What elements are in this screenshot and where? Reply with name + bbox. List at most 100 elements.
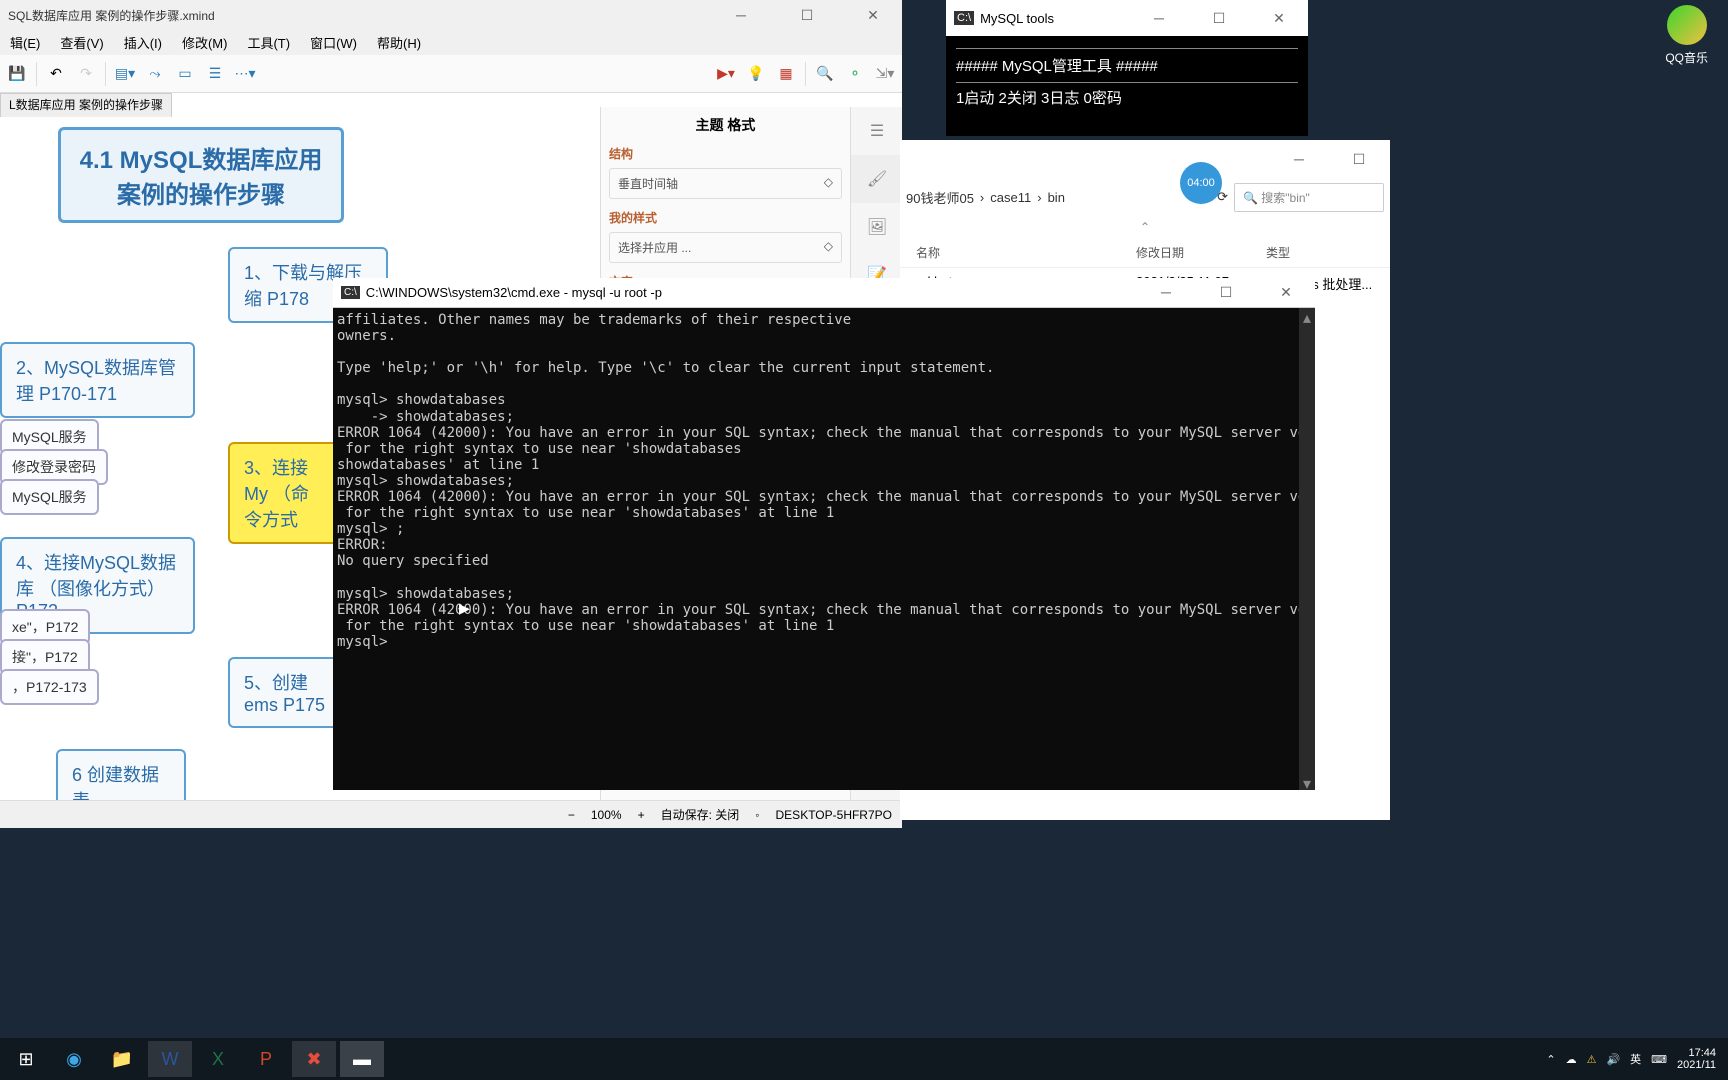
tray-keyboard-icon[interactable]: ⌨ xyxy=(1651,1053,1667,1066)
taskbar-cmd[interactable]: ▬ xyxy=(340,1041,384,1077)
taskbar-powerpoint[interactable]: P xyxy=(244,1041,288,1077)
minimize-icon[interactable]: ─ xyxy=(1138,10,1180,27)
col-name[interactable]: 名称 xyxy=(910,244,1130,261)
tray-ime[interactable]: 英 xyxy=(1630,1051,1641,1067)
node-2[interactable]: 2、MySQL数据库管理 P170-171 xyxy=(0,342,195,418)
qq-music-shortcut[interactable]: QQ音乐 xyxy=(1665,5,1708,66)
xmind-menubar: 辑(E) 查看(V) 插入(I) 修改(M) 工具(T) 窗口(W) 帮助(H) xyxy=(0,30,902,55)
tray-volume-icon[interactable]: 🔊 xyxy=(1606,1053,1620,1066)
col-type[interactable]: 类型 xyxy=(1260,244,1380,261)
mysql-tools-titlebar[interactable]: C:\ MySQL tools ─ ☐ ✕ xyxy=(946,0,1308,36)
style-value: 选择并应用 ... xyxy=(618,239,691,256)
menu-insert[interactable]: 插入(I) xyxy=(118,31,168,54)
gantt-icon[interactable]: ▦ xyxy=(775,63,797,85)
menu-tools[interactable]: 工具(T) xyxy=(241,31,296,54)
export-icon[interactable]: ⇲▾ xyxy=(874,63,896,85)
undo-icon[interactable]: ↶ xyxy=(45,63,67,85)
crumb-1[interactable]: case11 xyxy=(990,190,1031,205)
taskbar-edge[interactable]: ◉ xyxy=(52,1041,96,1077)
cmd-title: C:\WINDOWS\system32\cmd.exe - mysql -u r… xyxy=(366,285,662,300)
taskbar: ⊞ ◉ 📁 W X P ✖ ▬ ⌃ ☁ ⚠ 🔊 英 ⌨ 17:44 2021/1… xyxy=(0,1038,1728,1080)
node-6[interactable]: 6 创建数据表 xyxy=(56,749,186,800)
host-name: DESKTOP-5HFR7PO xyxy=(776,808,892,822)
taskbar-xmind[interactable]: ✖ xyxy=(292,1041,336,1077)
node-4c[interactable]: ，P172-173 xyxy=(0,669,99,705)
zoom-out-icon[interactable]: − xyxy=(568,808,575,822)
start-button[interactable]: ⊞ xyxy=(4,1041,48,1077)
idea-icon[interactable]: 💡 xyxy=(745,63,767,85)
brush-icon[interactable]: 🖌 xyxy=(851,155,903,203)
tools-header: ##### MySQL管理工具 ##### xyxy=(956,48,1298,83)
explorer-search[interactable]: 🔍 搜索"bin" xyxy=(1234,183,1384,212)
share-icon[interactable]: ⚬ xyxy=(844,63,866,85)
col-date[interactable]: 修改日期 xyxy=(1130,244,1260,261)
qq-music-label: QQ音乐 xyxy=(1665,49,1708,66)
xmind-title: SQL数据库应用 案例的操作步骤.xmind xyxy=(8,7,215,24)
mysql-tools-body[interactable]: ##### MySQL管理工具 ##### 1启动 2关闭 3日志 0密码 xyxy=(946,36,1308,120)
terminal-icon: C:\ xyxy=(954,11,974,25)
format-style-label: 我的样式 xyxy=(609,209,842,226)
taskbar-word[interactable]: W xyxy=(148,1041,192,1077)
menu-edit[interactable]: 辑(E) xyxy=(4,31,46,54)
cmd-output[interactable]: affiliates. Other names may be trademark… xyxy=(333,308,1315,790)
cmd-scrollbar[interactable]: ▴ ▾ xyxy=(1299,308,1315,790)
close-icon[interactable]: ✕ xyxy=(1258,10,1300,27)
crumb-0[interactable]: 90钱老师05 xyxy=(906,188,974,207)
maximize-icon[interactable]: ☐ xyxy=(1338,151,1380,168)
taskbar-excel[interactable]: X xyxy=(196,1041,240,1077)
maximize-icon[interactable]: ☐ xyxy=(786,7,828,24)
present-icon[interactable]: ▶▾ xyxy=(715,63,737,85)
node-3[interactable]: 3、连接My （命令方式 xyxy=(228,442,340,544)
node-2c[interactable]: MySQL服务 xyxy=(0,479,99,515)
node-5[interactable]: 5、创建ems P175 xyxy=(228,657,348,728)
menu-modify[interactable]: 修改(M) xyxy=(176,31,234,54)
tray-date[interactable]: 2021/11 xyxy=(1677,1059,1716,1071)
image-icon[interactable]: 🖼 xyxy=(851,203,903,251)
structure-icon[interactable]: ▤▾ xyxy=(114,63,136,85)
menu-help[interactable]: 帮助(H) xyxy=(371,31,427,54)
relation-icon[interactable]: ⤳ xyxy=(144,63,166,85)
minimize-icon[interactable]: ─ xyxy=(720,7,762,24)
xmind-titlebar[interactable]: SQL数据库应用 案例的操作步骤.xmind ─ ☐ ✕ xyxy=(0,0,902,30)
summary-icon[interactable]: ☰ xyxy=(204,63,226,85)
minimize-icon[interactable]: ─ xyxy=(1145,284,1187,301)
breadcrumb[interactable]: 90钱老师05› case11› bin ⌄ ⟳ xyxy=(906,188,1228,207)
explorer-headers: 名称 修改日期 类型 xyxy=(900,238,1390,268)
node-main[interactable]: 4.1 MySQL数据库应用案例的操作步骤 xyxy=(58,127,344,223)
mysql-tools-window: C:\ MySQL tools ─ ☐ ✕ ##### MySQL管理工具 ##… xyxy=(946,0,1308,136)
collapse-icon[interactable]: ⌃ xyxy=(900,216,1390,238)
qq-music-icon xyxy=(1667,5,1707,45)
minimize-icon[interactable]: ─ xyxy=(1278,151,1320,168)
explorer-titlebar[interactable]: ─ ☐ xyxy=(900,140,1390,178)
redo-icon[interactable]: ↷ xyxy=(75,63,97,85)
tray-cloud-icon[interactable]: ☁ xyxy=(1566,1053,1577,1066)
tray-net-icon[interactable]: ⚠ xyxy=(1587,1053,1597,1066)
close-icon[interactable]: ✕ xyxy=(1265,284,1307,301)
more-icon[interactable]: ⋯▾ xyxy=(234,63,256,85)
dropdown-icon: ◇ xyxy=(824,175,833,192)
xmind-toolbar: 💾 ↶ ↷ ▤▾ ⤳ ▭ ☰ ⋯▾ ▶▾ 💡 ▦ 🔍 ⚬ ⇲▾ xyxy=(0,55,902,93)
countdown-badge[interactable]: 04:00 xyxy=(1180,162,1222,204)
tools-menu: 1启动 2关闭 3日志 0密码 xyxy=(956,87,1298,108)
search-placeholder: 搜索"bin" xyxy=(1261,191,1310,205)
maximize-icon[interactable]: ☐ xyxy=(1205,284,1247,301)
dropdown-icon: ◇ xyxy=(824,239,833,256)
tray-chevron-icon[interactable]: ⌃ xyxy=(1546,1053,1555,1066)
boundary-icon[interactable]: ▭ xyxy=(174,63,196,85)
format-struct-select[interactable]: 垂直时间轴◇ xyxy=(609,168,842,199)
close-icon[interactable]: ✕ xyxy=(852,7,894,24)
mouse-cursor-icon: ▶ xyxy=(459,600,470,617)
tray-time[interactable]: 17:44 xyxy=(1677,1047,1716,1059)
crumb-2[interactable]: bin xyxy=(1048,190,1065,205)
save-icon[interactable]: 💾 xyxy=(6,63,28,85)
taskbar-explorer[interactable]: 📁 xyxy=(100,1041,144,1077)
search-icon[interactable]: 🔍 xyxy=(814,63,836,85)
menu-window[interactable]: 窗口(W) xyxy=(304,31,363,54)
cmd-titlebar[interactable]: C:\ C:\WINDOWS\system32\cmd.exe - mysql … xyxy=(333,278,1315,308)
menu-view[interactable]: 查看(V) xyxy=(54,31,109,54)
format-style-select[interactable]: 选择并应用 ... ◇ xyxy=(609,232,842,263)
zoom-in-icon[interactable]: + xyxy=(638,808,645,822)
maximize-icon[interactable]: ☐ xyxy=(1198,10,1240,27)
xmind-tab[interactable]: L数据库应用 案例的操作步骤 xyxy=(0,93,172,117)
outline-icon[interactable]: ☰ xyxy=(851,107,903,155)
